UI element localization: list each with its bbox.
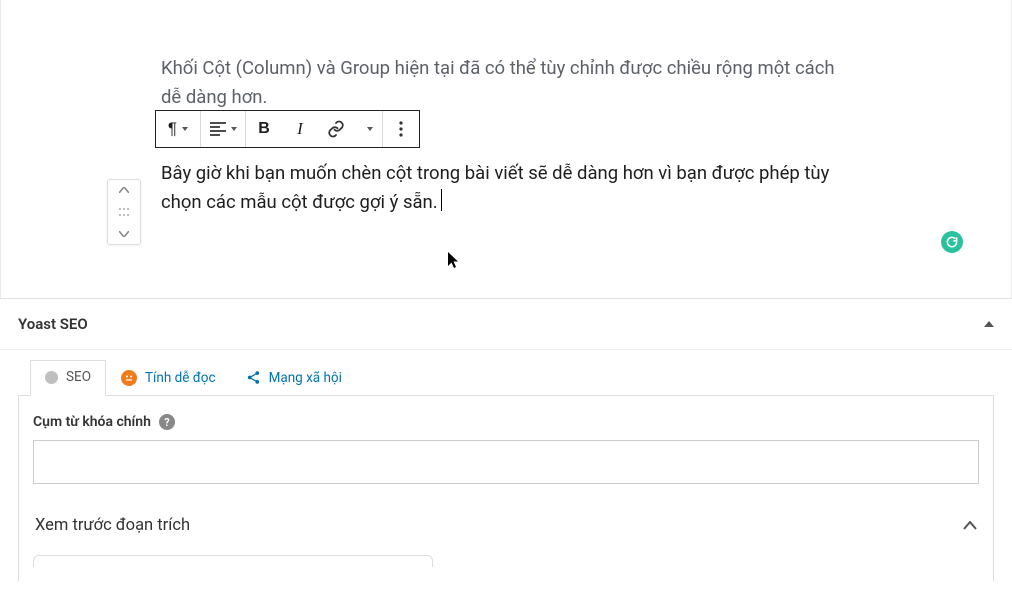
paragraph-block[interactable]: Khối Cột (Column) và Group hiện tại đã c… xyxy=(161,0,851,111)
block-toolbar: ¶ B I xyxy=(155,110,420,148)
chevron-up-icon xyxy=(963,519,977,533)
chevron-down-icon xyxy=(367,127,373,131)
collapse-up-icon xyxy=(984,321,994,327)
align-left-icon xyxy=(210,122,226,136)
drag-icon xyxy=(118,207,130,217)
tab-readability-label: Tính dễ đọc xyxy=(145,370,216,386)
yoast-panel-title: Yoast SEO xyxy=(18,315,88,333)
block-move-handles xyxy=(107,179,141,245)
snippet-preview-title: Xem trước đoạn trích xyxy=(35,516,190,535)
tab-social[interactable]: Mạng xã hội xyxy=(231,360,357,396)
toolbar-italic[interactable]: I xyxy=(282,111,318,147)
grammarly-badge[interactable] xyxy=(941,231,963,253)
active-paragraph-text: Bây giờ khi bạn muốn chèn cột trong bài … xyxy=(161,162,829,213)
link-icon xyxy=(327,120,345,138)
active-paragraph[interactable]: Bây giờ khi bạn muốn chèn cột trong bài … xyxy=(161,159,851,216)
selected-block-wrapper: ¶ B I xyxy=(9,159,1003,216)
toolbar-bold[interactable]: B xyxy=(246,111,282,147)
tab-seo-label: SEO xyxy=(66,369,91,385)
yoast-seo-panel: Yoast SEO SEO Tính dễ đọc Mạng xã hội Cụ… xyxy=(0,298,1012,581)
focus-keyword-label: Cụm từ khóa chính xyxy=(33,414,151,430)
move-down-button[interactable] xyxy=(108,224,140,244)
toolbar-block-type[interactable]: ¶ xyxy=(156,111,200,147)
focus-keyword-label-row: Cụm từ khóa chính ? xyxy=(33,414,979,430)
toolbar-more-options[interactable] xyxy=(383,111,419,147)
chevron-down-icon xyxy=(119,231,129,237)
yoast-tab-content: Cụm từ khóa chính ? Xem trước đoạn trích xyxy=(18,395,994,581)
tab-social-label: Mạng xã hội xyxy=(269,370,342,386)
help-icon[interactable]: ? xyxy=(159,414,175,430)
snippet-preview-box xyxy=(33,555,433,567)
toolbar-more-inline[interactable] xyxy=(354,111,382,147)
paragraph-text: Khối Cột (Column) và Group hiện tại đã c… xyxy=(161,54,851,111)
text-caret xyxy=(441,189,442,211)
chevron-up-icon xyxy=(119,187,129,193)
share-icon xyxy=(246,370,261,385)
tab-seo[interactable]: SEO xyxy=(30,360,106,396)
snippet-preview-toggle[interactable]: Xem trước đoạn trích xyxy=(33,510,979,537)
readability-face-icon xyxy=(121,370,137,386)
italic-icon: I xyxy=(297,119,303,139)
move-up-button[interactable] xyxy=(108,180,140,200)
chevron-down-icon xyxy=(231,127,237,131)
toolbar-align[interactable] xyxy=(201,111,245,147)
chevron-down-icon xyxy=(182,127,188,131)
toolbar-link[interactable] xyxy=(318,111,354,147)
seo-status-dot-icon xyxy=(45,371,58,384)
yoast-panel-header[interactable]: Yoast SEO xyxy=(0,299,1012,350)
tab-readability[interactable]: Tính dễ đọc xyxy=(106,360,231,396)
mouse-pointer-icon xyxy=(448,252,460,273)
grammarly-icon xyxy=(945,235,959,249)
focus-keyword-input[interactable] xyxy=(33,440,979,484)
kebab-icon xyxy=(399,121,403,137)
bold-icon: B xyxy=(258,120,270,138)
editor-canvas[interactable]: Khối Cột (Column) và Group hiện tại đã c… xyxy=(0,0,1012,298)
yoast-tabs: SEO Tính dễ đọc Mạng xã hội xyxy=(0,350,1012,396)
drag-handle[interactable] xyxy=(108,200,140,224)
pilcrow-icon: ¶ xyxy=(168,119,177,139)
